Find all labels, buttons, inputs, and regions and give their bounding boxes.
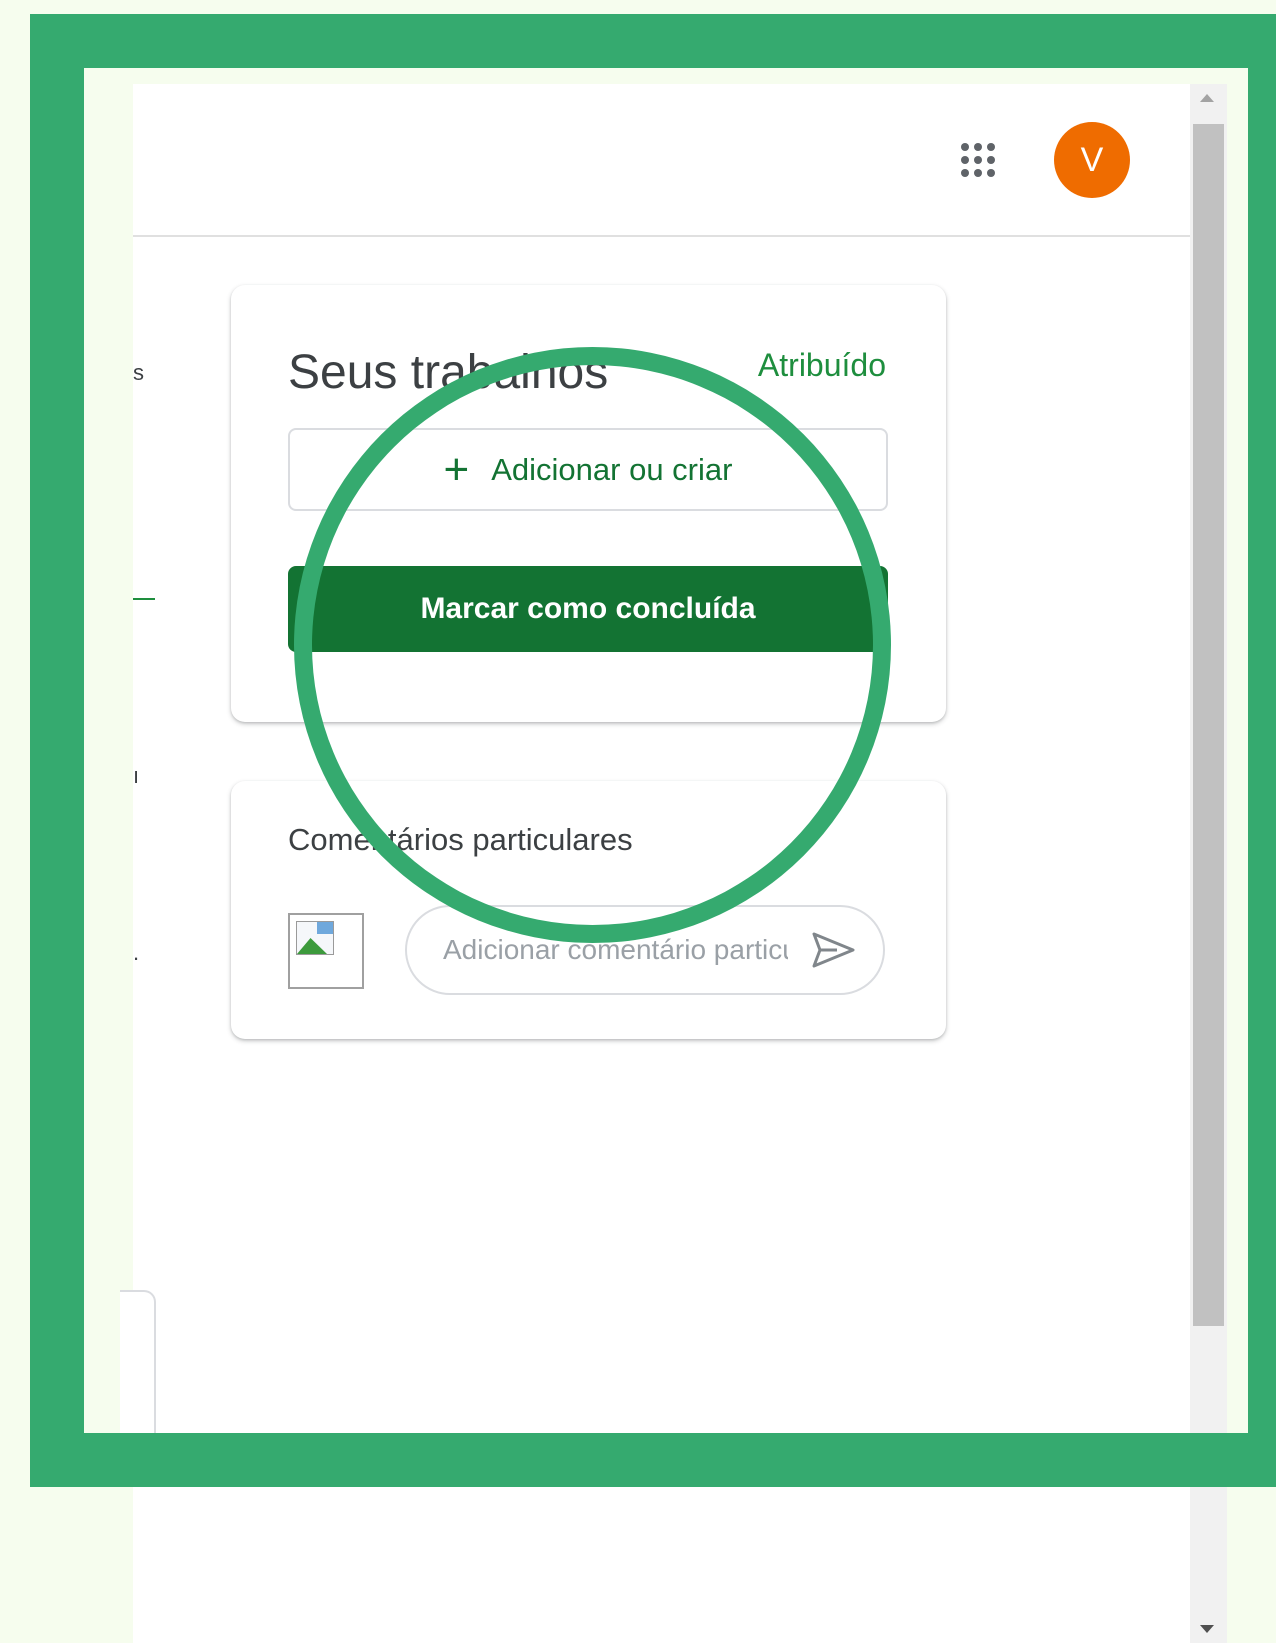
sidebar-active-indicator — [133, 598, 155, 600]
scroll-thumb[interactable] — [1193, 124, 1224, 1326]
sidebar-fragment-text: ı — [133, 763, 140, 788]
sidebar-fragment-text: . — [133, 940, 140, 965]
your-work-title: Seus trabalhos — [288, 346, 609, 399]
vertical-scrollbar[interactable] — [1190, 84, 1227, 1643]
broken-image-icon — [296, 921, 334, 955]
private-comment-input[interactable]: Adicionar comentário particular... — [405, 905, 885, 995]
apps-grid-icon[interactable] — [956, 138, 1000, 182]
scroll-up-arrow-icon[interactable] — [1200, 94, 1214, 102]
scroll-down-arrow-icon[interactable] — [1200, 1625, 1214, 1633]
add-or-create-label: Adicionar ou criar — [491, 451, 733, 487]
add-or-create-button[interactable]: + Adicionar ou criar — [288, 428, 888, 511]
avatar[interactable]: V — [1054, 122, 1130, 198]
highlight-frame-left — [30, 14, 84, 1487]
content-panel-edge — [120, 1290, 156, 1454]
plus-icon: + — [443, 444, 470, 494]
comment-placeholder: Adicionar comentário particular... — [443, 934, 788, 965]
assignment-status: Atribuído — [757, 347, 886, 383]
header-divider — [133, 235, 1190, 237]
mark-as-done-button[interactable]: Marcar como concluída — [288, 566, 888, 652]
user-photo — [288, 913, 364, 989]
highlight-frame-top — [30, 14, 1276, 68]
highlight-frame-right — [1248, 14, 1276, 1487]
private-comments-title: Comentários particulares — [288, 822, 633, 857]
highlight-frame-bottom — [30, 1433, 1276, 1487]
private-comments-card: Comentários particulares Adicionar comen… — [231, 781, 946, 1039]
sidebar-fragment-text: s — [133, 360, 144, 385]
send-icon[interactable] — [811, 930, 857, 970]
your-work-card: Seus trabalhos Atribuído + Adicionar ou … — [231, 285, 946, 722]
